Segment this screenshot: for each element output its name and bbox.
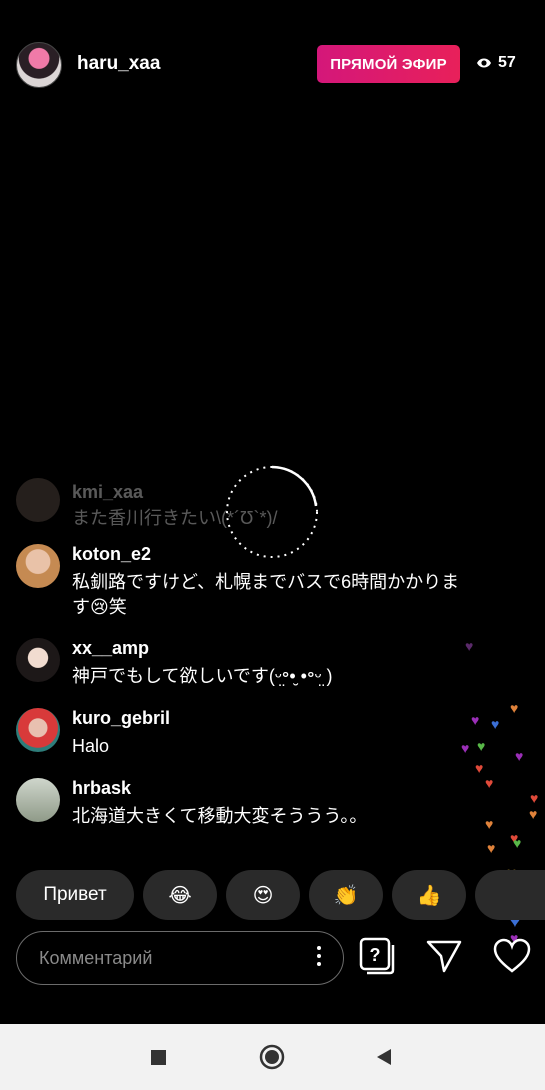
comment-avatar[interactable] bbox=[16, 638, 60, 682]
home-circle-icon bbox=[259, 1044, 285, 1070]
comment-avatar[interactable] bbox=[16, 544, 60, 588]
comment-text: 私釧路ですけど、札幌までバスで6時間かかります😢笑 bbox=[72, 572, 460, 617]
question-button[interactable]: ? bbox=[358, 936, 398, 976]
host-username[interactable]: haru_xaa bbox=[77, 53, 160, 75]
quick-reply-more[interactable] bbox=[475, 870, 545, 920]
heart-icon: ♥ bbox=[485, 816, 494, 832]
square-icon bbox=[150, 1049, 166, 1065]
comment-username[interactable]: koton_e2 bbox=[72, 544, 151, 565]
like-button[interactable] bbox=[492, 936, 532, 976]
heart-icon: ♥ bbox=[510, 700, 519, 716]
viewer-count-value: 57 bbox=[498, 54, 516, 71]
comment-username[interactable]: kmi_xaa bbox=[72, 482, 143, 503]
heart-icon: ♥ bbox=[471, 712, 480, 728]
quick-reply-text[interactable]: Привет bbox=[16, 870, 134, 920]
comment-text: Halo bbox=[72, 736, 110, 756]
viewer-count[interactable]: 57 bbox=[476, 54, 516, 72]
heart-icon: ♥ bbox=[491, 716, 500, 732]
comment-text: 神戸でもして欲しいです(ᵕ̤॰•̮ •॰ᵕ̤ ) bbox=[72, 666, 333, 686]
send-button[interactable] bbox=[424, 936, 464, 976]
heart-icon: ♥ bbox=[485, 775, 494, 791]
heart-icon bbox=[493, 938, 531, 973]
comment-text: 北海道大きくて移動大変そううう。。 bbox=[72, 806, 368, 826]
comment-avatar[interactable] bbox=[16, 708, 60, 752]
more-options-icon[interactable] bbox=[317, 946, 321, 970]
heart-icon: ♥ bbox=[529, 806, 538, 822]
home-button[interactable] bbox=[242, 1024, 302, 1090]
quick-reply-clap[interactable]: 👏 bbox=[309, 870, 383, 920]
live-badge: ПРЯМОЙ ЭФИР bbox=[317, 45, 460, 83]
comment-username[interactable]: kuro_gebril bbox=[72, 708, 170, 729]
eye-icon bbox=[477, 58, 491, 68]
comment-username[interactable]: xx__amp bbox=[72, 638, 149, 659]
comment-username[interactable]: hrbask bbox=[72, 778, 131, 799]
heart-icon: ♥ bbox=[461, 740, 470, 756]
heart-icon: ♥ bbox=[530, 790, 539, 806]
back-button[interactable] bbox=[354, 1024, 414, 1090]
recents-button[interactable] bbox=[128, 1024, 188, 1090]
heart-icon: ♥ bbox=[475, 760, 484, 776]
quick-reply-thumbs-up[interactable]: 👍 bbox=[392, 870, 466, 920]
heart-icon: ♥ bbox=[515, 748, 524, 764]
comment-avatar[interactable] bbox=[16, 778, 60, 822]
live-header: haru_xaa ПРЯМОЙ ЭФИР 57 bbox=[0, 0, 545, 130]
comment-avatar[interactable] bbox=[16, 478, 60, 522]
comment-input-placeholder: Комментарий bbox=[39, 948, 153, 968]
svg-text:?: ? bbox=[370, 945, 381, 965]
quick-reply-laugh[interactable]: 😂 bbox=[143, 870, 217, 920]
quick-reply-heart-eyes[interactable]: 😍 bbox=[226, 870, 300, 920]
heart-icon: ♥ bbox=[487, 840, 496, 856]
system-nav-bar bbox=[0, 1024, 545, 1090]
heart-icon: ♥ bbox=[465, 638, 474, 654]
question-icon: ? bbox=[359, 937, 395, 975]
back-triangle-icon bbox=[377, 1049, 391, 1065]
heart-icon: ♥ bbox=[477, 738, 486, 754]
comment-input[interactable]: Комментарий bbox=[16, 931, 344, 985]
host-avatar[interactable] bbox=[16, 42, 62, 88]
heart-icon: ♥ bbox=[513, 835, 522, 851]
comment-text: また香川行きたい\(*´Ʊ`*)/ bbox=[72, 508, 278, 528]
send-icon bbox=[426, 940, 462, 973]
